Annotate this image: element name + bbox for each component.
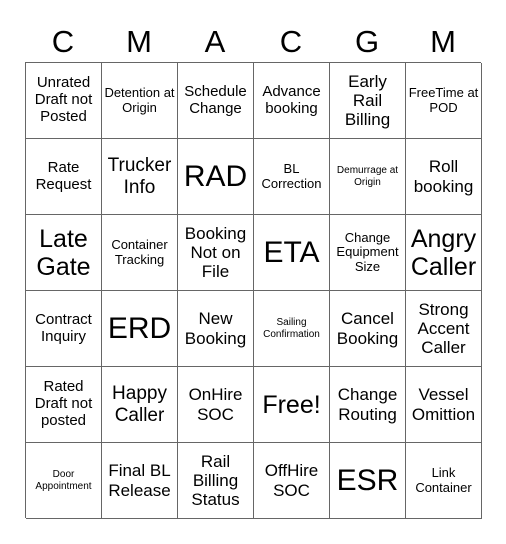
- bingo-cell[interactable]: Detention at Origin: [102, 63, 178, 139]
- bingo-cell[interactable]: Happy Caller: [102, 367, 178, 443]
- bingo-cell[interactable]: ESR: [330, 443, 406, 519]
- bingo-cell[interactable]: Change Equipment Size: [330, 215, 406, 291]
- bingo-cell[interactable]: Door Appointment: [26, 443, 102, 519]
- bingo-cell[interactable]: Late Gate: [26, 215, 102, 291]
- bingo-cell[interactable]: BL Correction: [254, 139, 330, 215]
- bingo-cell[interactable]: Vessel Omittion: [406, 367, 482, 443]
- bingo-grid: Unrated Draft not Posted Detention at Ori…: [25, 62, 482, 519]
- bingo-cell[interactable]: Sailing Confirmation: [254, 291, 330, 367]
- bingo-cell[interactable]: Trucker Info: [102, 139, 178, 215]
- bingo-header: C M A C G M: [25, 22, 481, 62]
- bingo-cell[interactable]: Rated Draft not posted: [26, 367, 102, 443]
- header-letter: A: [204, 24, 226, 59]
- bingo-cell[interactable]: Change Routing: [330, 367, 406, 443]
- bingo-cell[interactable]: Rail Billing Status: [178, 443, 254, 519]
- bingo-cell[interactable]: Advance booking: [254, 63, 330, 139]
- bingo-cell[interactable]: OffHire SOC: [254, 443, 330, 519]
- bingo-cell[interactable]: New Booking: [178, 291, 254, 367]
- bingo-cell[interactable]: RAD: [178, 139, 254, 215]
- bingo-cell[interactable]: FreeTime at POD: [406, 63, 482, 139]
- header-letter: C: [51, 24, 75, 59]
- bingo-cell[interactable]: Early Rail Billing: [330, 63, 406, 139]
- bingo-cell[interactable]: Unrated Draft not Posted: [26, 63, 102, 139]
- bingo-cell[interactable]: Cancel Booking: [330, 291, 406, 367]
- bingo-cell[interactable]: Contract Inquiry: [26, 291, 102, 367]
- bingo-cell[interactable]: Container Tracking: [102, 215, 178, 291]
- header-letter: M: [126, 24, 152, 59]
- bingo-cell[interactable]: Roll booking: [406, 139, 482, 215]
- bingo-cell[interactable]: Link Container: [406, 443, 482, 519]
- bingo-cell[interactable]: OnHire SOC: [178, 367, 254, 443]
- bingo-cell[interactable]: Angry Caller: [406, 215, 482, 291]
- bingo-cell[interactable]: ETA: [254, 215, 330, 291]
- bingo-cell[interactable]: ERD: [102, 291, 178, 367]
- bingo-cell[interactable]: Final BL Release: [102, 443, 178, 519]
- bingo-cell[interactable]: Schedule Change: [178, 63, 254, 139]
- bingo-cell[interactable]: Booking Not on File: [178, 215, 254, 291]
- header-letter: C: [279, 24, 303, 59]
- bingo-cell[interactable]: Strong Accent Caller: [406, 291, 482, 367]
- free-space-cell[interactable]: Free!: [254, 367, 330, 443]
- bingo-cell[interactable]: Demurrage at Origin: [330, 139, 406, 215]
- bingo-cell[interactable]: Rate Request: [26, 139, 102, 215]
- header-letter: M: [430, 24, 456, 59]
- header-letter: G: [354, 24, 380, 59]
